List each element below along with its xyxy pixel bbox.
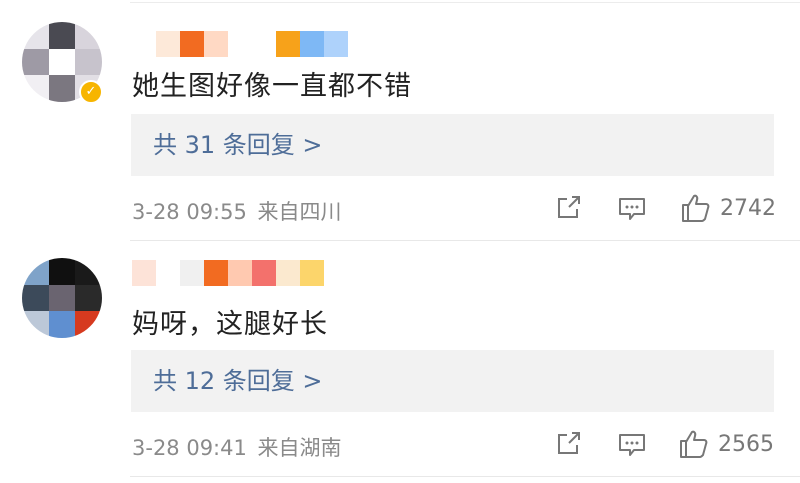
avatar-cell bbox=[22, 258, 49, 285]
avatar-cell bbox=[22, 284, 49, 312]
avatar[interactable] bbox=[22, 258, 102, 338]
username-mosaic-block bbox=[180, 31, 204, 57]
username-pixelated[interactable] bbox=[132, 260, 324, 286]
avatar-cell bbox=[22, 48, 49, 76]
share-icon[interactable] bbox=[555, 431, 583, 457]
username-mosaic-block bbox=[228, 31, 252, 57]
avatar-cell bbox=[48, 48, 76, 76]
like-count: 2565 bbox=[718, 432, 774, 457]
comment-location: 来自湖南 bbox=[257, 436, 342, 460]
comment-text: 妈呀，这腿好长 bbox=[132, 309, 328, 340]
comment-date: 3-28 09:55 bbox=[132, 200, 247, 224]
like-count: 2742 bbox=[720, 196, 776, 221]
thumb-up-icon[interactable] bbox=[678, 429, 710, 459]
view-replies-link[interactable]: 共 12 条回复 > bbox=[131, 350, 774, 412]
view-replies-link[interactable]: 共 31 条回复 > bbox=[131, 114, 774, 176]
avatar-cell bbox=[22, 75, 49, 102]
comment-date: 3-28 09:41 bbox=[132, 436, 247, 460]
username-mosaic-block bbox=[300, 260, 324, 286]
username-mosaic-block bbox=[204, 31, 228, 57]
username-mosaic-block bbox=[252, 31, 276, 57]
avatar-cell bbox=[48, 22, 76, 49]
avatar-cell bbox=[48, 258, 76, 285]
avatar-cell bbox=[22, 311, 49, 338]
username-mosaic-block bbox=[276, 31, 300, 57]
username-mosaic-block bbox=[228, 260, 252, 286]
top-divider bbox=[130, 2, 800, 3]
username-mosaic-block bbox=[132, 31, 156, 57]
username-mosaic-block bbox=[204, 260, 228, 286]
comment-meta: 3-28 09:55 来自四川 bbox=[132, 196, 342, 226]
avatar-cell bbox=[75, 284, 102, 312]
username-mosaic-block bbox=[132, 260, 156, 286]
username-mosaic-block bbox=[252, 260, 276, 286]
share-icon[interactable] bbox=[555, 195, 583, 221]
thumb-up-icon[interactable] bbox=[680, 193, 712, 223]
username-pixelated[interactable] bbox=[132, 31, 348, 57]
avatar-cell bbox=[48, 311, 76, 338]
comment-text: 她生图好像一直都不错 bbox=[132, 71, 412, 102]
username-mosaic-block bbox=[180, 260, 204, 286]
comment-location: 来自四川 bbox=[257, 200, 342, 224]
divider bbox=[130, 240, 800, 241]
verified-badge-icon: ✓ bbox=[79, 80, 103, 104]
username-mosaic-block bbox=[300, 31, 324, 57]
avatar-cell bbox=[22, 22, 49, 49]
username-mosaic-block bbox=[156, 31, 180, 57]
avatar-cell bbox=[48, 75, 76, 102]
avatar-cell bbox=[48, 284, 76, 312]
username-mosaic-block bbox=[324, 31, 348, 57]
comment-meta: 3-28 09:41 来自湖南 bbox=[132, 432, 342, 462]
avatar-cell bbox=[75, 48, 102, 76]
username-mosaic-block bbox=[156, 260, 180, 286]
comment-icon[interactable] bbox=[617, 432, 647, 458]
comment-icon[interactable] bbox=[617, 196, 647, 222]
username-mosaic-block bbox=[276, 260, 300, 286]
avatar-cell bbox=[75, 22, 102, 49]
divider bbox=[130, 476, 800, 477]
avatar-cell bbox=[75, 258, 102, 285]
avatar-cell bbox=[75, 311, 102, 338]
